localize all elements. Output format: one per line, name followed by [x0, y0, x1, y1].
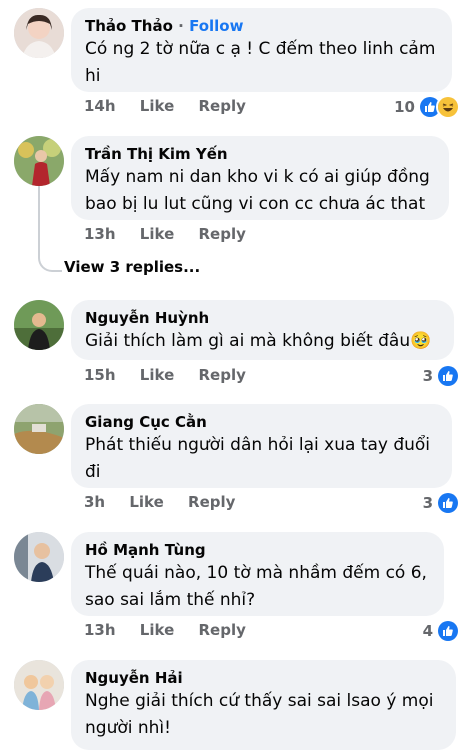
- author-name[interactable]: Giang Cục Cằn: [85, 412, 438, 432]
- separator-dot: ·: [178, 17, 184, 35]
- avatar[interactable]: [14, 532, 64, 582]
- author-name[interactable]: Nguyễn Hải: [85, 668, 442, 688]
- reply-button[interactable]: Reply: [198, 366, 245, 384]
- like-icon: [436, 619, 460, 643]
- comment-actions: 13h Like Reply: [84, 225, 265, 247]
- like-icon: [436, 491, 460, 515]
- reaction-count: 4: [422, 622, 433, 640]
- view-replies-link[interactable]: View 3 replies...: [64, 258, 200, 276]
- comment-bubble: Giang Cục Cằn Phát thiếu người dân hỏi l…: [71, 404, 452, 488]
- avatar[interactable]: [14, 404, 64, 454]
- avatar[interactable]: [14, 136, 64, 186]
- comment-time[interactable]: 14h: [84, 97, 116, 115]
- comment-actions: 15h Like Reply: [84, 366, 265, 388]
- reply-thread-line: [38, 186, 62, 272]
- reaction-summary[interactable]: 10: [394, 95, 460, 119]
- comment-time[interactable]: 15h: [84, 366, 116, 384]
- reply-button[interactable]: Reply: [198, 225, 245, 243]
- reaction-count: 3: [422, 494, 433, 512]
- comment-text: Thế quái nào, 10 tờ mà nhầm đếm có 6, sa…: [85, 563, 427, 610]
- author-name[interactable]: Trần Thị Kim Yến: [85, 144, 435, 164]
- reply-button[interactable]: Reply: [198, 97, 245, 115]
- reaction-summary[interactable]: 4: [422, 619, 460, 643]
- comment-time[interactable]: 3h: [84, 493, 105, 511]
- like-button[interactable]: Like: [140, 366, 174, 384]
- avatar[interactable]: [14, 300, 64, 350]
- comment-time[interactable]: 13h: [84, 621, 116, 639]
- reaction-summary[interactable]: 3: [422, 491, 460, 515]
- author-name[interactable]: Thảo Thảo: [85, 17, 173, 35]
- comment-bubble: Thảo Thảo · Follow Có ng 2 tờ nữa c ạ ! …: [71, 8, 452, 92]
- author-name[interactable]: Nguyễn Huỳnh: [85, 308, 440, 328]
- comment-text: Nghe giải thích cứ thấy sai sai lsao ý m…: [85, 691, 434, 738]
- author-name[interactable]: Hồ Mạnh Tùng: [85, 540, 430, 560]
- like-icon: [436, 364, 460, 388]
- like-button[interactable]: Like: [140, 97, 174, 115]
- like-button[interactable]: Like: [129, 493, 163, 511]
- comment-actions: 14h Like Reply: [84, 97, 265, 119]
- haha-icon: [436, 95, 460, 119]
- comment-bubble: Trần Thị Kim Yến Mấy nam ni dan kho vi k…: [71, 136, 449, 220]
- comment-text: Giải thích làm gì ai mà không biết đâu🥹: [85, 331, 432, 351]
- reaction-summary[interactable]: 3: [422, 364, 460, 388]
- comment-actions: 3h Like Reply: [84, 493, 254, 515]
- avatar[interactable]: [14, 660, 64, 710]
- comment-bubble: Nguyễn Huỳnh Giải thích làm gì ai mà khô…: [71, 300, 454, 360]
- comment-text: Có ng 2 tờ nữa c ạ ! C đếm theo linh cảm…: [85, 39, 436, 86]
- avatar[interactable]: [14, 8, 64, 58]
- comment-actions: 13h Like Reply: [84, 621, 265, 643]
- reaction-count: 3: [422, 367, 433, 385]
- comment-bubble: Hồ Mạnh Tùng Thế quái nào, 10 tờ mà nhầm…: [71, 532, 444, 616]
- follow-button[interactable]: Follow: [189, 17, 243, 35]
- comment-text: Phát thiếu người dân hỏi lại xua tay đuổ…: [85, 435, 431, 482]
- comment-text: Mấy nam ni dan kho vi k có ai giúp đồng …: [85, 167, 430, 214]
- like-button[interactable]: Like: [140, 225, 174, 243]
- comment-bubble: Nguyễn Hải Nghe giải thích cứ thấy sai s…: [71, 660, 456, 750]
- reply-button[interactable]: Reply: [188, 493, 235, 511]
- comment-time[interactable]: 13h: [84, 225, 116, 243]
- reaction-count: 10: [394, 98, 415, 116]
- like-button[interactable]: Like: [140, 621, 174, 639]
- reply-button[interactable]: Reply: [198, 621, 245, 639]
